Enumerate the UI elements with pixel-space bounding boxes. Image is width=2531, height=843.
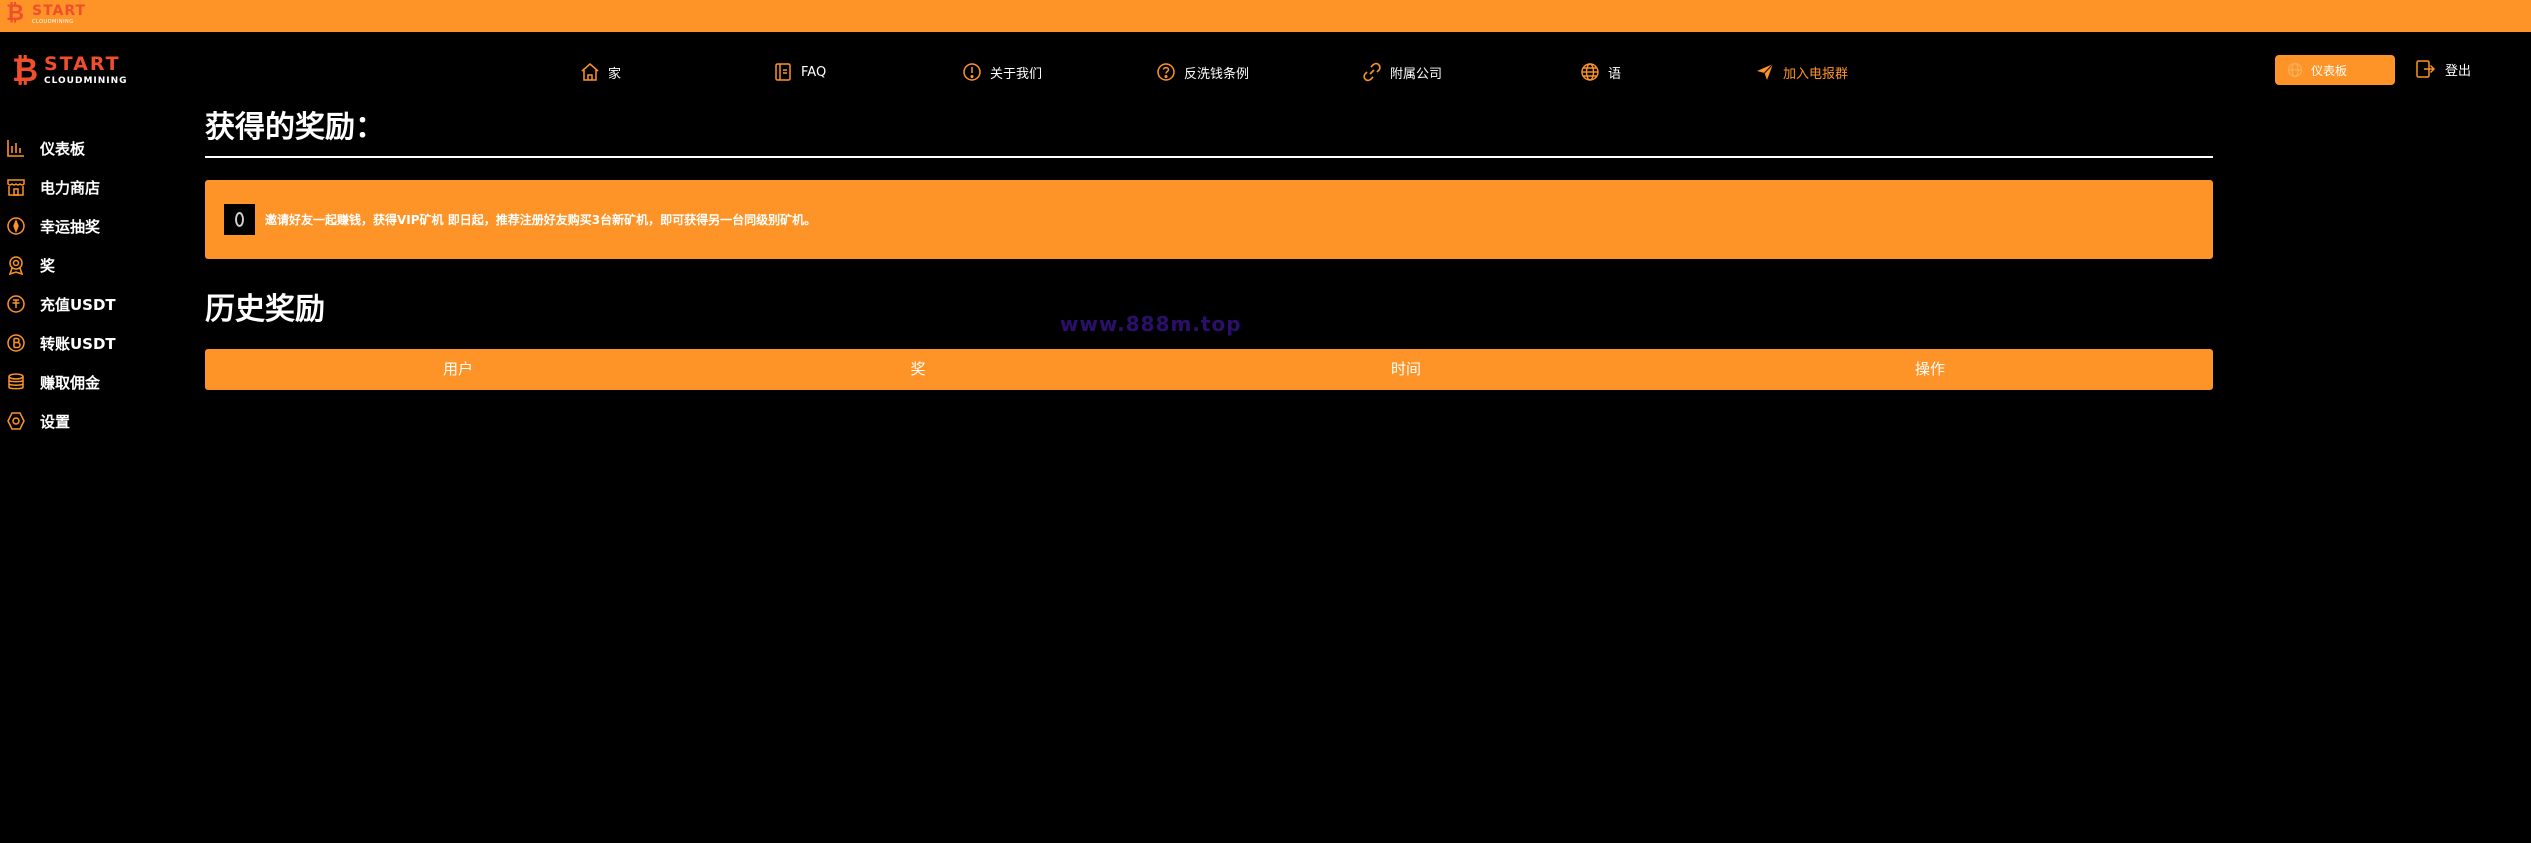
column-header-award: 奖 bbox=[910, 360, 926, 378]
question-icon bbox=[1157, 63, 1175, 81]
bar-chart-icon bbox=[7, 140, 24, 157]
top-logo-subtext: CLOUDMINING bbox=[32, 18, 74, 25]
brand-name: START bbox=[44, 52, 121, 75]
database-icon bbox=[8, 373, 24, 390]
referral-notice-text: 邀请好友一起赚钱，获得VIP矿机 即日起，推荐注册好友购买3台新矿机，即可获得另… bbox=[265, 213, 817, 227]
logout-label: 登出 bbox=[2445, 63, 2472, 79]
sidebar-item-deposit[interactable]: 充值USDT bbox=[6, 291, 116, 317]
nav-about[interactable]: 关于我们 bbox=[962, 59, 1042, 85]
sidebar-item-label: 充值USDT bbox=[40, 295, 116, 314]
sidebar-item-label: 设置 bbox=[40, 412, 71, 431]
info-icon bbox=[963, 63, 981, 81]
history-title: 历史奖励 bbox=[205, 292, 325, 327]
nav-aml-label: 反洗钱条例 bbox=[1184, 66, 1250, 82]
nav-telegram-label: 加入电报群 bbox=[1783, 66, 1849, 82]
home-icon bbox=[581, 63, 599, 81]
lucky-draw-icon bbox=[7, 217, 25, 235]
sidebar-item-label: 奖 bbox=[40, 256, 56, 275]
sidebar-item-settings[interactable]: 设置 bbox=[6, 408, 70, 434]
title-divider bbox=[205, 156, 2213, 158]
link-icon bbox=[1363, 62, 1381, 82]
sidebar-item-label: 转账USDT bbox=[40, 334, 116, 353]
nav-affiliate[interactable]: 附属公司 bbox=[1362, 59, 1442, 85]
nav-aml[interactable]: 反洗钱条例 bbox=[1156, 59, 1249, 85]
sidebar-item-awards[interactable]: 奖 bbox=[6, 252, 55, 278]
faq-icon bbox=[775, 63, 791, 81]
deposit-icon bbox=[7, 295, 25, 313]
bitcoin-logo-icon: ₿ bbox=[6, 1, 24, 26]
header: ₿ START CLOUDMINING 家 FAQ 关于我们 反洗钱条例 附属公… bbox=[0, 32, 2531, 108]
sidebar-item-label: 仪表板 bbox=[40, 139, 86, 158]
settings-icon bbox=[7, 412, 25, 430]
send-icon bbox=[1757, 63, 1774, 80]
bitcoin-icon bbox=[7, 334, 25, 352]
globe-icon bbox=[1581, 63, 1599, 81]
sidebar-item-commission[interactable]: 赚取佣金 bbox=[6, 369, 100, 395]
brand-logo[interactable]: ₿ START CLOUDMINING bbox=[12, 54, 128, 86]
logout-icon bbox=[2416, 60, 2435, 78]
brand-subtitle: CLOUDMINING bbox=[44, 75, 128, 86]
bitcoin-logo-icon: ₿ bbox=[12, 51, 39, 89]
coin-icon bbox=[224, 204, 255, 235]
referral-notice: 邀请好友一起赚钱，获得VIP矿机 即日起，推荐注册好友购买3台新矿机，即可获得另… bbox=[205, 180, 2213, 259]
store-icon bbox=[7, 179, 25, 196]
sidebar-item-label: 幸运抽奖 bbox=[40, 217, 101, 236]
column-header-action: 操作 bbox=[1914, 360, 1946, 378]
top-logo-text: START bbox=[32, 2, 87, 19]
sidebar-item-label: 电力商店 bbox=[40, 178, 101, 197]
sidebar-item-dashboard[interactable]: 仪表板 bbox=[6, 135, 85, 161]
page-title: 获得的奖励： bbox=[205, 110, 385, 145]
nav-telegram[interactable]: 加入电报群 bbox=[1755, 59, 1848, 85]
nav-affiliate-label: 附属公司 bbox=[1390, 66, 1443, 82]
dashboard-button-label: 仪表板 bbox=[2311, 63, 2348, 78]
nav-home[interactable]: 家 bbox=[580, 59, 621, 85]
watermark: www.888m.top bbox=[1060, 312, 1242, 336]
nav-faq-label: FAQ bbox=[801, 64, 827, 80]
sidebar-item-label: 赚取佣金 bbox=[40, 373, 101, 392]
logout-button[interactable]: 登出 bbox=[2415, 59, 2471, 79]
sidebar-item-transfer[interactable]: 转账USDT bbox=[6, 330, 116, 356]
globe-icon bbox=[2287, 62, 2303, 78]
top-logo[interactable]: ₿ START CLOUDMINING bbox=[6, 2, 86, 26]
nav-about-label: 关于我们 bbox=[990, 66, 1043, 82]
column-header-time: 时间 bbox=[1390, 360, 1422, 378]
top-banner: ₿ START CLOUDMINING bbox=[0, 0, 2531, 32]
sidebar-item-power-store[interactable]: 电力商店 bbox=[6, 174, 100, 200]
nav-language-label: 语 bbox=[1608, 66, 1622, 82]
nav-home-label: 家 bbox=[608, 66, 622, 82]
history-table-header: 用户 奖 时间 操作 bbox=[205, 349, 2213, 390]
award-icon bbox=[8, 256, 24, 275]
column-header-user: 用户 bbox=[442, 360, 474, 378]
nav-faq[interactable]: FAQ bbox=[773, 59, 826, 85]
dashboard-button[interactable]: 仪表板 bbox=[2275, 55, 2395, 85]
nav-language[interactable]: 语 bbox=[1580, 59, 1621, 85]
sidebar-item-lucky-draw[interactable]: 幸运抽奖 bbox=[6, 213, 100, 239]
